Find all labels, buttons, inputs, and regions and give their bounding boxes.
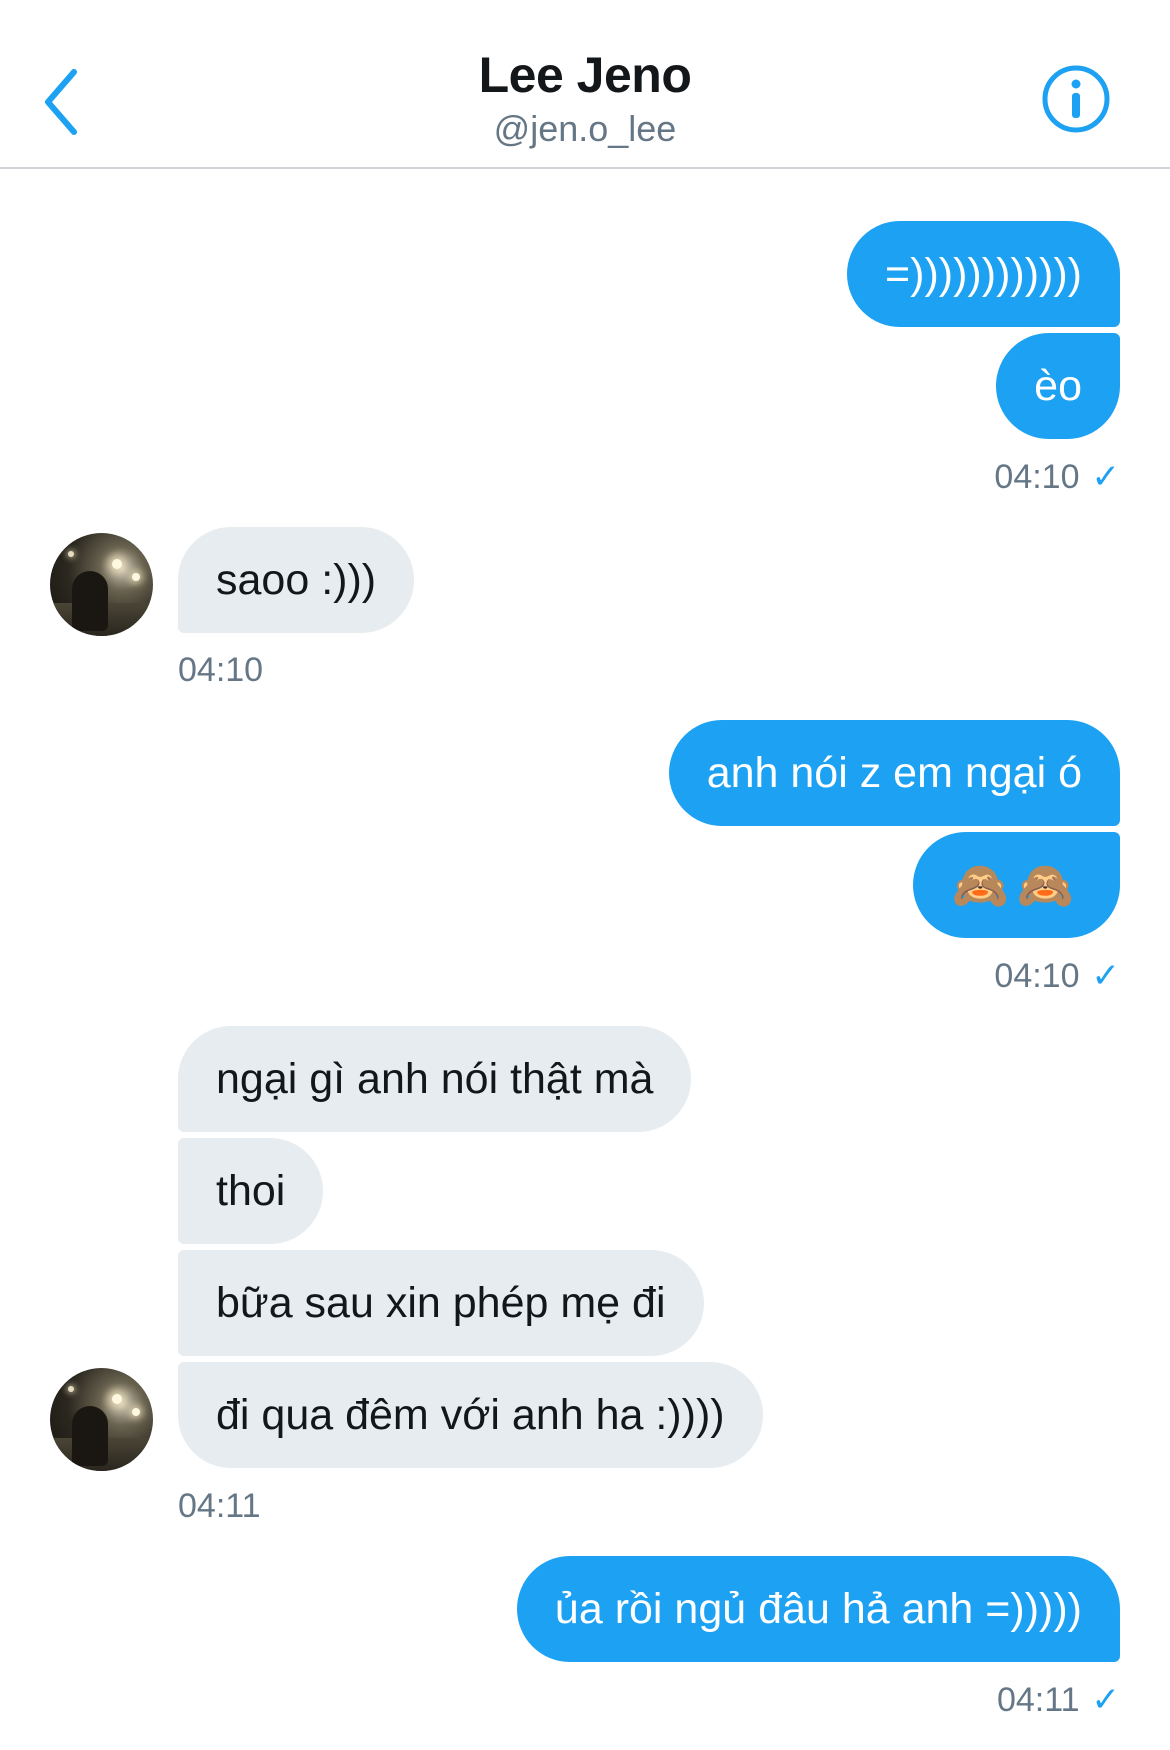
conversation-header: Lee Jeno @jen.o_lee [0, 0, 1170, 169]
timestamp-text: 04:11 [178, 1487, 261, 1525]
message-timestamp: 04:11 ✓ [997, 1680, 1120, 1720]
outgoing-message-bubble[interactable]: 🙈🙈 [913, 832, 1120, 938]
message-timestamp: 04:10 ✓ [994, 457, 1120, 497]
incoming-message-bubble[interactable]: saoo :))) [178, 527, 415, 633]
incoming-message-bubble[interactable]: đi qua đêm với anh ha :)))) [178, 1362, 763, 1468]
incoming-message-bubble[interactable]: ngại gì anh nói thật mà [178, 1026, 692, 1132]
message-text: =)))))))))))) [885, 250, 1082, 298]
contact-handle[interactable]: @jen.o_lee [0, 108, 1170, 150]
outgoing-message-bubble[interactable]: =)))))))))))) [847, 221, 1120, 327]
incoming-message-bubble[interactable]: bữa sau xin phép mẹ đi [178, 1250, 704, 1356]
message-text: đi qua đêm với anh ha :)))) [216, 1391, 725, 1439]
outgoing-message-bubble[interactable]: èo [996, 333, 1120, 439]
incoming-message-bubble[interactable]: thoi [178, 1138, 324, 1244]
message-text: ủa rồi ngủ đâu hả anh =))))) [554, 1585, 1082, 1633]
message-text: bữa sau xin phép mẹ đi [216, 1279, 666, 1327]
timestamp-text: 04:10 [178, 651, 264, 689]
message-timestamp: 04:10 ✓ [994, 956, 1120, 996]
see-no-evil-monkey-icon: 🙈🙈 [951, 859, 1082, 911]
message-text: anh nói z em ngại ó [706, 749, 1082, 797]
avatar[interactable] [50, 533, 153, 636]
message-text: saoo :))) [216, 556, 377, 604]
timestamp-text: 04:11 [996, 1681, 1080, 1719]
timestamp-text: 04:10 [994, 458, 1080, 496]
message-text: ngại gì anh nói thật mà [216, 1055, 654, 1103]
message-list[interactable]: =)))))))))))) èo 04:10 ✓ saoo :))) 04:10 … [0, 169, 1170, 1750]
read-check-icon: ✓ [1091, 1681, 1121, 1719]
message-text: èo [1034, 362, 1082, 410]
outgoing-message-bubble[interactable]: anh nói z em ngại ó [668, 720, 1120, 826]
avatar[interactable] [50, 1368, 153, 1471]
outgoing-message-bubble[interactable]: ủa rồi ngủ đâu hả anh =))))) [516, 1556, 1120, 1662]
info-circle-icon [1042, 65, 1110, 133]
read-check-icon: ✓ [1091, 458, 1121, 496]
timestamp-text: 04:10 [994, 957, 1080, 995]
message-text: thoi [216, 1167, 286, 1215]
read-check-icon: ✓ [1091, 957, 1121, 995]
message-timestamp: 04:11 [178, 1487, 261, 1526]
message-timestamp: 04:10 [178, 651, 263, 690]
contact-name[interactable]: Lee Jeno [0, 46, 1170, 104]
info-button[interactable] [1040, 63, 1112, 135]
